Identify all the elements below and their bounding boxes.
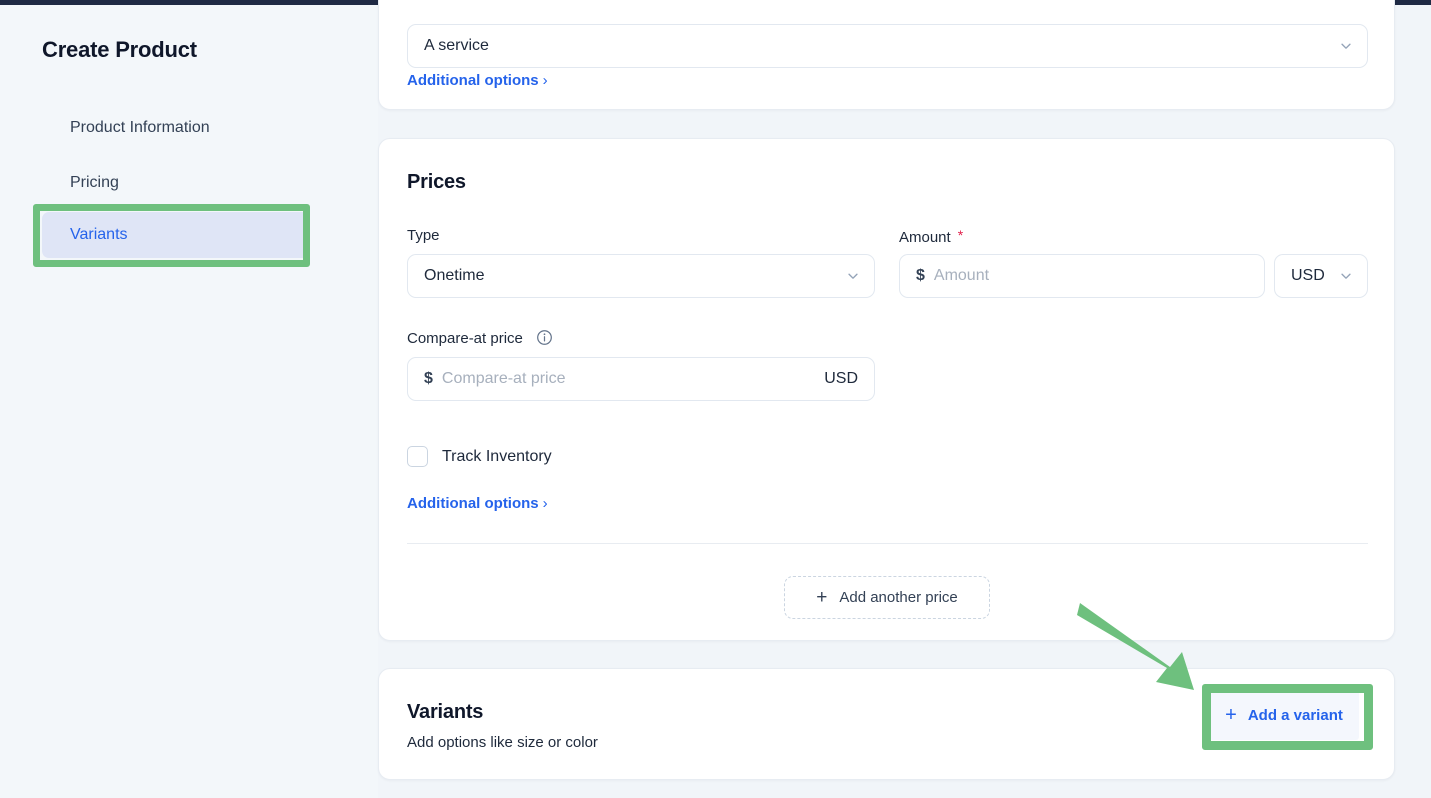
variants-card-subtitle: Add options like size or color (407, 734, 598, 751)
compare-at-price-label: Compare-at price (407, 329, 553, 347)
price-type-select-value: Onetime (424, 267, 485, 284)
prices-card-title: Prices (407, 171, 466, 193)
prices-additional-options-link[interactable]: Additional options › (407, 495, 548, 512)
sidebar: Create Product Product Information Prici… (0, 5, 378, 798)
amount-field-label: Amount * (899, 227, 963, 246)
product-type-select-value: A service (424, 37, 489, 54)
add-a-variant-button[interactable]: + Add a variant (1209, 690, 1359, 740)
product-type-card: A service Additional options › (378, 0, 1395, 110)
amount-input[interactable]: $ Amount (899, 254, 1265, 298)
compare-at-price-currency-suffix: USD (824, 370, 858, 387)
plus-icon: + (1225, 704, 1237, 726)
currency-symbol: $ (916, 267, 925, 284)
chevron-right-icon: › (542, 72, 548, 89)
chevron-down-icon (846, 269, 860, 283)
compare-at-price-label-text: Compare-at price (407, 330, 523, 347)
chevron-down-icon (1339, 269, 1353, 283)
sidebar-item-label: Variants (70, 226, 128, 243)
main-content: A service Additional options › Prices Typ… (378, 0, 1431, 798)
prices-card: Prices Type Onetime Amount * $ Amount USD (378, 138, 1395, 641)
add-another-price-button[interactable]: + Add another price (784, 576, 990, 619)
sidebar-item-label: Product Information (70, 119, 210, 136)
add-a-variant-label: Add a variant (1247, 706, 1343, 724)
amount-input-placeholder: Amount (933, 267, 990, 284)
sidebar-item-pricing[interactable]: Pricing (42, 160, 310, 206)
compare-at-price-placeholder: Compare-at price (441, 370, 566, 387)
divider (407, 543, 1368, 544)
page-title: Create Product (42, 37, 197, 62)
track-inventory-row[interactable]: Track Inventory (407, 446, 552, 467)
variants-card-title: Variants (407, 701, 484, 723)
plus-icon: + (816, 587, 828, 608)
amount-label-text: Amount (899, 229, 951, 246)
product-type-select[interactable]: A service (407, 24, 1368, 68)
chevron-right-icon: › (542, 495, 548, 512)
track-inventory-checkbox[interactable] (407, 446, 428, 467)
variants-card: Variants Add options like size or color … (378, 668, 1395, 780)
currency-symbol: $ (424, 370, 433, 387)
price-type-select[interactable]: Onetime (407, 254, 875, 298)
sidebar-item-variants[interactable]: Variants (42, 212, 310, 258)
required-asterisk: * (957, 227, 964, 243)
currency-select[interactable]: USD (1274, 254, 1368, 298)
info-circle-icon[interactable] (536, 329, 553, 346)
product-type-additional-options-link[interactable]: Additional options › (407, 72, 548, 89)
add-another-price-label: Add another price (839, 589, 958, 606)
compare-at-price-input[interactable]: $ Compare-at price USD (407, 357, 875, 401)
track-inventory-label: Track Inventory (442, 447, 552, 465)
sidebar-item-product-information[interactable]: Product Information (42, 105, 310, 151)
sidebar-item-label: Pricing (70, 174, 119, 191)
additional-options-label: Additional options (407, 495, 539, 512)
currency-select-value: USD (1291, 267, 1325, 284)
additional-options-label: Additional options (407, 72, 539, 89)
chevron-down-icon (1339, 39, 1353, 53)
type-field-label: Type (407, 227, 440, 244)
